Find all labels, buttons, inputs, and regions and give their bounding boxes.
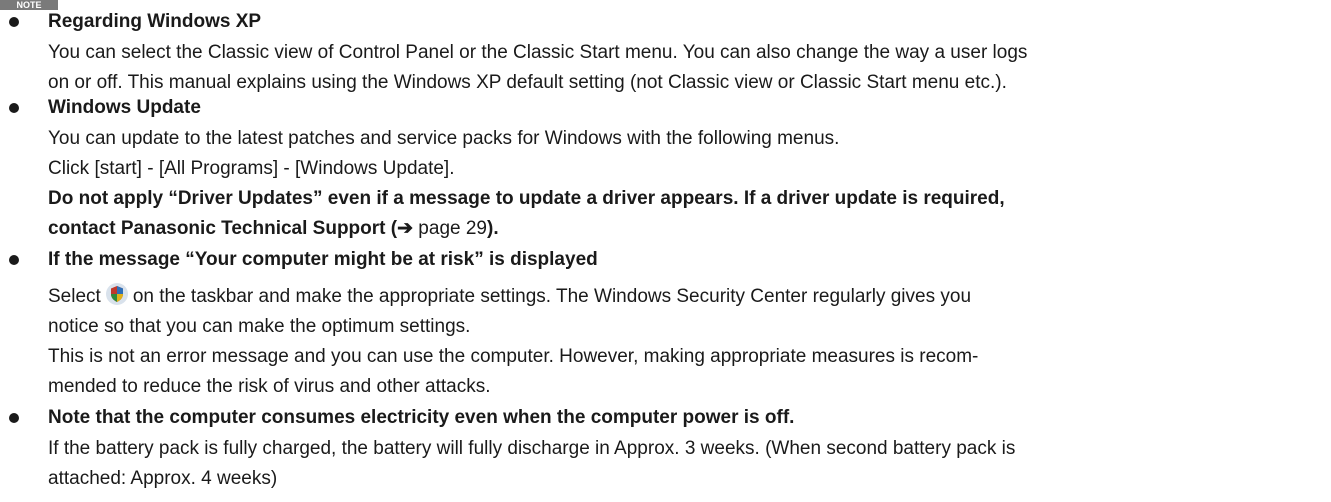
item-heading: Regarding Windows XP — [48, 11, 262, 32]
body-line: If the battery pack is fully charged, th… — [48, 438, 1016, 459]
bullet-icon — [9, 17, 19, 27]
body-text: on the taskbar and make the appropriate … — [132, 286, 972, 307]
body-line: You can update to the latest patches and… — [48, 128, 840, 149]
body-line: This is not an error message and you can… — [48, 346, 979, 367]
body-line: notice so that you can make the optimum … — [48, 316, 471, 337]
body-line: on or off. This manual explains using th… — [48, 72, 1007, 93]
warning-line: Do not apply “Driver Updates” even if a … — [48, 188, 1005, 209]
warning-text: contact Panasonic Technical Support ( — [48, 218, 398, 239]
bullet-icon — [9, 103, 19, 113]
item-heading: Note that the computer consumes electric… — [48, 407, 795, 428]
warning-text-end: ). — [487, 218, 499, 239]
body-line: attached: Approx. 4 weeks) — [48, 468, 278, 489]
body-line: You can select the Classic view of Contr… — [48, 42, 1028, 63]
bullet-icon — [9, 413, 19, 423]
item-heading: Windows Update — [48, 97, 201, 118]
body-line: Click [start] - [All Programs] - [Window… — [48, 158, 455, 179]
page-reference-link[interactable]: page 29 — [413, 218, 487, 239]
bullet-icon — [9, 255, 19, 265]
body-line: mended to reduce the risk of virus and o… — [48, 376, 491, 397]
body-line-with-icon: Select on the taskbar and make the approp… — [48, 282, 971, 309]
body-text: Select — [48, 286, 101, 307]
item-heading: If the message “Your computer might be a… — [48, 249, 598, 270]
security-center-shield-icon — [105, 282, 129, 306]
note-label: NOTE — [0, 0, 58, 10]
arrow-right-icon: ➔ — [397, 218, 414, 239]
warning-line-reference: contact Panasonic Technical Support (➔ p… — [48, 217, 499, 241]
